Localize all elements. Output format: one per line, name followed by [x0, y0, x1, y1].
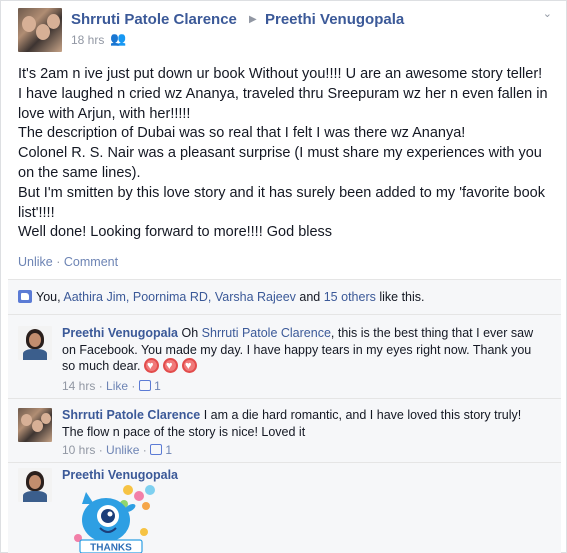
liker-name[interactable]: Poornima RD, — [133, 290, 212, 304]
comments-section: You, Aathira Jim, Poornima RD, Varsha Ra… — [8, 279, 561, 553]
comment-link[interactable]: Comment — [64, 255, 118, 269]
facebook-post: Shrruti Patole Clarence ▶ Preethi Venugo… — [0, 0, 567, 553]
comment-author[interactable]: Preethi Venugopala — [62, 468, 178, 482]
comment-unlike-link[interactable]: Unlike — [106, 443, 139, 457]
like-thumb-icon — [138, 380, 151, 391]
post-paragraph: But I'm smitten by this love story and i… — [18, 184, 545, 221]
like-thumb-icon — [18, 290, 32, 303]
like-thumb-icon — [150, 444, 163, 455]
post-paragraph: Well done! Looking forward to more!!!! G… — [18, 224, 333, 241]
comment-meta: 14 hrs · Like · 1 — [62, 379, 161, 393]
comment-like-count[interactable]: 1 — [165, 443, 172, 457]
heart-emoji-icon — [182, 358, 197, 375]
likes-suffix: like this. — [379, 290, 425, 304]
comment-text: Oh — [181, 326, 199, 340]
comment-author[interactable]: Preethi Venugopala — [62, 326, 178, 340]
post-paragraph: It's 2am n ive just put down ur book Wit… — [18, 66, 548, 122]
comment-body: Shrruti Patole Clarence I am a die hard … — [62, 407, 542, 440]
comment-mention[interactable]: Shrruti Patole Clarence — [202, 326, 331, 340]
post-timestamp[interactable]: 18 hrs — [71, 33, 104, 47]
thanks-sticker: THANKS — [74, 485, 155, 553]
likes-and: and — [299, 290, 321, 304]
post-author-name[interactable]: Shrruti Patole Clarence — [71, 11, 237, 28]
divider — [8, 398, 561, 399]
post-paragraph: The description of Dubai was so real tha… — [18, 125, 466, 142]
post-recipient-name[interactable]: Preethi Venugopala — [265, 11, 404, 28]
commenter-avatar[interactable] — [18, 468, 52, 502]
commenter-avatar[interactable] — [18, 408, 52, 442]
divider — [8, 462, 561, 463]
unlike-link[interactable]: Unlike — [18, 255, 53, 269]
separator: · — [56, 255, 61, 269]
post-actions: Unlike · Comment — [18, 255, 118, 269]
author-avatar[interactable] — [18, 8, 62, 52]
arrow-right-icon: ▶ — [249, 14, 257, 25]
likes-you: You, — [36, 290, 61, 304]
commenter-avatar[interactable] — [18, 326, 52, 360]
post-body: It's 2am n ive just put down ur book Wit… — [18, 65, 548, 243]
liker-name[interactable]: Varsha Rajeev — [215, 290, 296, 304]
comment-author[interactable]: Shrruti Patole Clarence — [62, 408, 200, 422]
friends-icon: 👥 — [110, 31, 127, 46]
divider — [8, 314, 561, 315]
likes-others-link[interactable]: 15 others — [324, 290, 376, 304]
liker-name[interactable]: Aathira Jim, — [63, 290, 129, 304]
comment-meta: 10 hrs · Unlike · 1 — [62, 443, 173, 457]
post-paragraph: Colonel R. S. Nair was a pleasant surpri… — [18, 145, 542, 181]
sticker-label: THANKS — [90, 543, 132, 553]
likes-summary: You, Aathira Jim, Poornima RD, Varsha Ra… — [18, 290, 425, 304]
comment-like-link[interactable]: Like — [106, 379, 128, 393]
heart-emoji-icon — [144, 358, 159, 375]
heart-emoji-icon — [163, 358, 178, 375]
chevron-down-icon[interactable]: ⌄ — [543, 7, 552, 20]
comment-like-count[interactable]: 1 — [154, 379, 161, 393]
comment-timestamp[interactable]: 10 hrs — [62, 443, 95, 457]
comment-body: Preethi Venugopala Oh Shrruti Patole Cla… — [62, 325, 542, 375]
comment-timestamp[interactable]: 14 hrs — [62, 379, 95, 393]
